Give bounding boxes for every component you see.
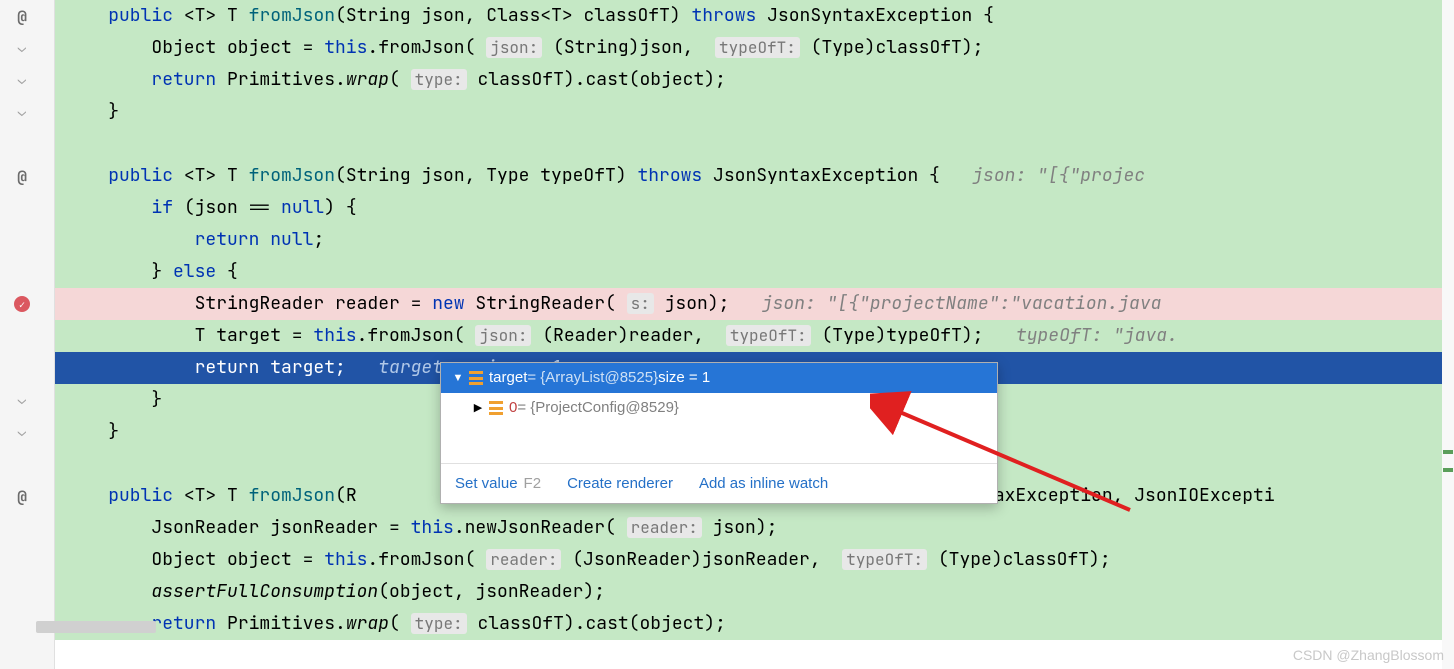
create-renderer-link[interactable]: Create renderer	[567, 475, 673, 492]
closure-icon: ⌄	[12, 70, 32, 90]
popup-spacer	[441, 423, 997, 463]
code-line[interactable]: } else {	[55, 256, 1454, 288]
code-line[interactable]: StringReader reader = new StringReader( …	[55, 288, 1454, 320]
code-line[interactable]: JsonReader jsonReader = this.newJsonRead…	[55, 512, 1454, 544]
popup-variable-row[interactable]: ▼ target = {ArrayList@8525} size = 1	[441, 363, 997, 393]
variable-size: size = 1	[658, 363, 710, 393]
chevron-right-icon[interactable]: ▶	[471, 393, 485, 423]
object-icon	[489, 401, 503, 415]
variable-value: = {ArrayList@8525}	[527, 363, 658, 393]
popup-item-row[interactable]: ▶ 0 = {ProjectConfig@8529}	[441, 393, 997, 423]
closure-icon: ⌄	[12, 38, 32, 58]
object-icon	[469, 371, 483, 385]
override-icon[interactable]: @	[12, 6, 32, 26]
stripe-mark[interactable]	[1443, 468, 1453, 472]
item-value: = {ProjectConfig@8529}	[517, 393, 679, 423]
code-area[interactable]: public <T> T fromJson(String json, Class…	[55, 0, 1454, 669]
shortcut-label: F2	[524, 475, 542, 492]
code-line[interactable]: public <T> T fromJson(String json, Class…	[55, 0, 1454, 32]
code-line[interactable]: if (json == null) {	[55, 192, 1454, 224]
popup-actions: Set value F2 Create renderer Add as inlin…	[441, 463, 997, 503]
code-line[interactable]	[55, 128, 1454, 160]
code-line[interactable]: return null;	[55, 224, 1454, 256]
code-line[interactable]: assertFullConsumption(object, jsonReader…	[55, 576, 1454, 608]
code-editor[interactable]: @ ⌄ ⌄ ⌄ @ ⌄ ⌄ @ public <T> T fromJson(St…	[0, 0, 1454, 669]
override-icon[interactable]: @	[12, 486, 32, 506]
horizontal-scrollbar[interactable]	[36, 621, 156, 633]
debug-value-popup[interactable]: ▼ target = {ArrayList@8525} size = 1 ▶ 0…	[440, 362, 998, 504]
breakpoint-icon[interactable]	[12, 294, 32, 314]
code-line[interactable]: return Primitives.wrap( type: classOfT).…	[55, 608, 1454, 640]
add-inline-watch-link[interactable]: Add as inline watch	[699, 475, 828, 492]
set-value-link[interactable]: Set value	[455, 475, 518, 492]
code-line[interactable]: Object object = this.fromJson( json: (St…	[55, 32, 1454, 64]
closure-icon: ⌄	[12, 390, 32, 410]
code-line[interactable]: T target = this.fromJson( json: (Reader)…	[55, 320, 1454, 352]
code-line[interactable]: }	[55, 96, 1454, 128]
code-line[interactable]: public <T> T fromJson(String json, Type …	[55, 160, 1454, 192]
watermark: CSDN @ZhangBlossom	[1293, 647, 1444, 663]
item-index: 0	[509, 393, 517, 423]
gutter: @ ⌄ ⌄ ⌄ @ ⌄ ⌄ @	[0, 0, 55, 669]
code-line[interactable]: return Primitives.wrap( type: classOfT).…	[55, 64, 1454, 96]
variable-name: target	[489, 363, 527, 393]
override-icon[interactable]: @	[12, 166, 32, 186]
closure-icon: ⌄	[12, 422, 32, 442]
chevron-down-icon[interactable]: ▼	[451, 363, 465, 393]
code-line[interactable]: Object object = this.fromJson( reader: (…	[55, 544, 1454, 576]
error-stripe[interactable]	[1442, 0, 1454, 669]
stripe-mark[interactable]	[1443, 450, 1453, 454]
closure-icon: ⌄	[12, 102, 32, 122]
